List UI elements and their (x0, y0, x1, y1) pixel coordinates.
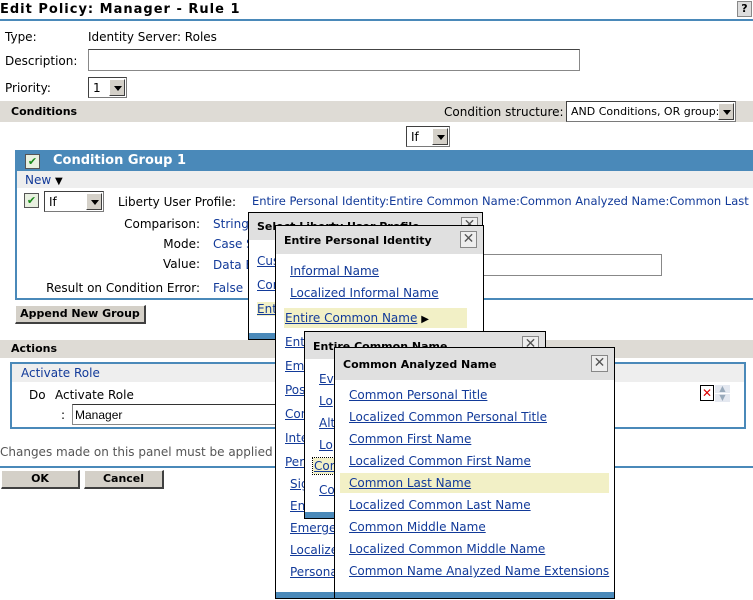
menu-item[interactable]: Per (285, 455, 304, 469)
group-operator-select[interactable]: If (406, 126, 450, 147)
popup-footer (335, 592, 614, 598)
structure-value: AND Conditions, OR group: (571, 105, 720, 118)
mode-label: Mode: (163, 237, 200, 251)
condition-operator-select[interactable]: If (44, 191, 104, 212)
menu-item[interactable]: Common Name Analyzed Name Extensions (349, 564, 609, 578)
menu-item[interactable]: Lo (319, 394, 333, 408)
group-operator-value: If (411, 130, 419, 144)
common-analyzed-name-popup: Common Analyzed Name ✕ Common Personal T… (334, 347, 615, 599)
conditions-heading: Conditions (11, 105, 78, 118)
error-value[interactable]: False (213, 281, 243, 295)
popup-header: Entire Personal Identity (276, 226, 483, 254)
menu-item[interactable]: Ent (257, 302, 277, 316)
comparison-value[interactable]: String (213, 217, 249, 231)
menu-item[interactable]: En (290, 499, 305, 513)
menu-item[interactable]: Emerge (290, 521, 336, 535)
description-input[interactable] (88, 49, 580, 71)
title-divider (0, 19, 753, 21)
menu-item[interactable]: Alt (319, 416, 335, 430)
group-enabled-checkbox[interactable]: ✔ (25, 154, 40, 169)
type-label: Type: (5, 30, 37, 44)
menu-item[interactable]: Localized Common Personal Title (349, 410, 547, 424)
menu-item-entire-common-name[interactable]: Entire Common Name ▶ (285, 311, 429, 325)
profile-label: Liberty User Profile: (118, 195, 237, 209)
error-label: Result on Condition Error: (46, 281, 200, 295)
priority-label: Priority: (5, 81, 51, 95)
close-icon[interactable]: ✕ (460, 231, 477, 248)
menu-item[interactable]: Persona (290, 565, 338, 579)
menu-item[interactable]: Informal Name (290, 264, 379, 278)
move-down-icon[interactable]: ▼ (715, 394, 730, 402)
menu-item[interactable]: Common First Name (349, 432, 471, 446)
apply-notice: Changes made on this panel must be appli… (0, 445, 305, 459)
priority-select[interactable]: 1 (88, 77, 127, 98)
close-icon[interactable]: ✕ (591, 355, 608, 372)
menu-item[interactable]: Localized Common Middle Name (349, 542, 545, 556)
role-colon: : (61, 408, 66, 422)
ok-button[interactable]: OK (1, 470, 80, 489)
menu-item-common-last-name[interactable]: Common Last Name (349, 476, 471, 490)
value-label: Value: (163, 257, 200, 271)
chevron-down-icon (109, 79, 125, 96)
description-label: Description: (5, 54, 78, 68)
help-button[interactable]: ? (737, 1, 752, 17)
chevron-down-icon (718, 103, 734, 120)
condition-enabled-checkbox[interactable]: ✔ (24, 193, 39, 208)
priority-value: 1 (93, 81, 101, 95)
delete-icon[interactable]: ✕ (700, 385, 714, 401)
menu-item[interactable]: Localized Common Last Name (349, 498, 531, 512)
menu-item[interactable]: Common Personal Title (349, 388, 487, 402)
menu-item[interactable]: Localize (290, 543, 338, 557)
page-title: Edit Policy: Manager - Rule 1 (0, 2, 241, 17)
action-name: Activate Role (55, 388, 134, 402)
menu-item[interactable]: Common Middle Name (349, 520, 486, 534)
condition-group-title: Condition Group 1 (53, 153, 187, 168)
chevron-down-icon (432, 128, 448, 145)
type-value: Identity Server: Roles (88, 30, 217, 44)
cancel-button[interactable]: Cancel (84, 470, 164, 489)
chevron-down-icon: ▼ (55, 176, 63, 187)
menu-item[interactable]: Localized Common First Name (349, 454, 531, 468)
condition-group-header: ✔ Condition Group 1 (17, 152, 753, 171)
chevron-down-icon (86, 193, 102, 210)
profile-value-link[interactable]: Entire Personal Identity:Entire Common N… (252, 194, 753, 208)
move-up-icon[interactable]: ▲ (715, 385, 730, 393)
structure-label: Condition structure: (444, 105, 564, 119)
value-input[interactable] (470, 254, 662, 276)
condition-structure-select[interactable]: AND Conditions, OR group: (566, 101, 736, 122)
actions-heading: Actions (11, 342, 57, 355)
menu-item[interactable]: Co (319, 483, 335, 497)
do-label: Do (29, 388, 46, 402)
menu-item[interactable]: Pos (285, 383, 305, 397)
popup-header: Common Analyzed Name (335, 348, 614, 380)
menu-item[interactable]: Localized Informal Name (290, 286, 439, 300)
comparison-label: Comparison: (124, 217, 200, 231)
menu-item[interactable]: Ent (285, 335, 305, 349)
append-new-group-button[interactable]: Append New Group (15, 305, 146, 324)
new-menu-button[interactable]: New ▼ (25, 173, 63, 187)
activate-role-link[interactable]: Activate Role (21, 366, 100, 380)
chevron-right-icon: ▶ (421, 314, 429, 325)
menu-item[interactable]: Ev (319, 372, 334, 386)
menu-item[interactable]: Lo (319, 438, 333, 452)
new-toolbar: New ▼ (17, 171, 753, 188)
condition-operator-value: If (49, 195, 57, 209)
